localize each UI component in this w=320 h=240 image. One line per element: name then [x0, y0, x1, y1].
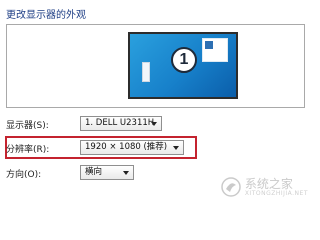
- display-label: 显示器(S):: [6, 121, 49, 131]
- chevron-down-icon: [123, 171, 129, 175]
- small-window-icon: [142, 62, 150, 82]
- page-title: 更改显示器的外观: [6, 10, 86, 21]
- monitor-number-badge: 1: [171, 47, 197, 73]
- orientation-dropdown[interactable]: 横向: [80, 165, 134, 180]
- site-watermark: 系统之家 XITONGZHIJIA.NET: [221, 177, 308, 197]
- resolution-dropdown[interactable]: 1920 × 1080 (推荐): [80, 140, 184, 155]
- chevron-down-icon: [151, 122, 157, 126]
- watermark-subtext: XITONGZHIJIA.NET: [244, 189, 308, 197]
- watermark-text: 系统之家: [244, 176, 293, 191]
- resolution-label: 分辨率(R):: [6, 145, 50, 155]
- chevron-down-icon: [173, 146, 179, 150]
- orientation-label: 方向(O):: [6, 170, 42, 180]
- display-dropdown-value: 1. DELL U2311H: [85, 118, 155, 128]
- display-preview-area: 1: [6, 24, 305, 108]
- orientation-dropdown-value: 横向: [85, 167, 103, 177]
- window-icon: [202, 38, 228, 62]
- display-dropdown[interactable]: 1. DELL U2311H: [80, 116, 162, 131]
- resolution-dropdown-value: 1920 × 1080 (推荐): [85, 142, 168, 152]
- site-logo-icon: [221, 177, 241, 197]
- monitor-1-thumbnail[interactable]: 1: [128, 32, 238, 99]
